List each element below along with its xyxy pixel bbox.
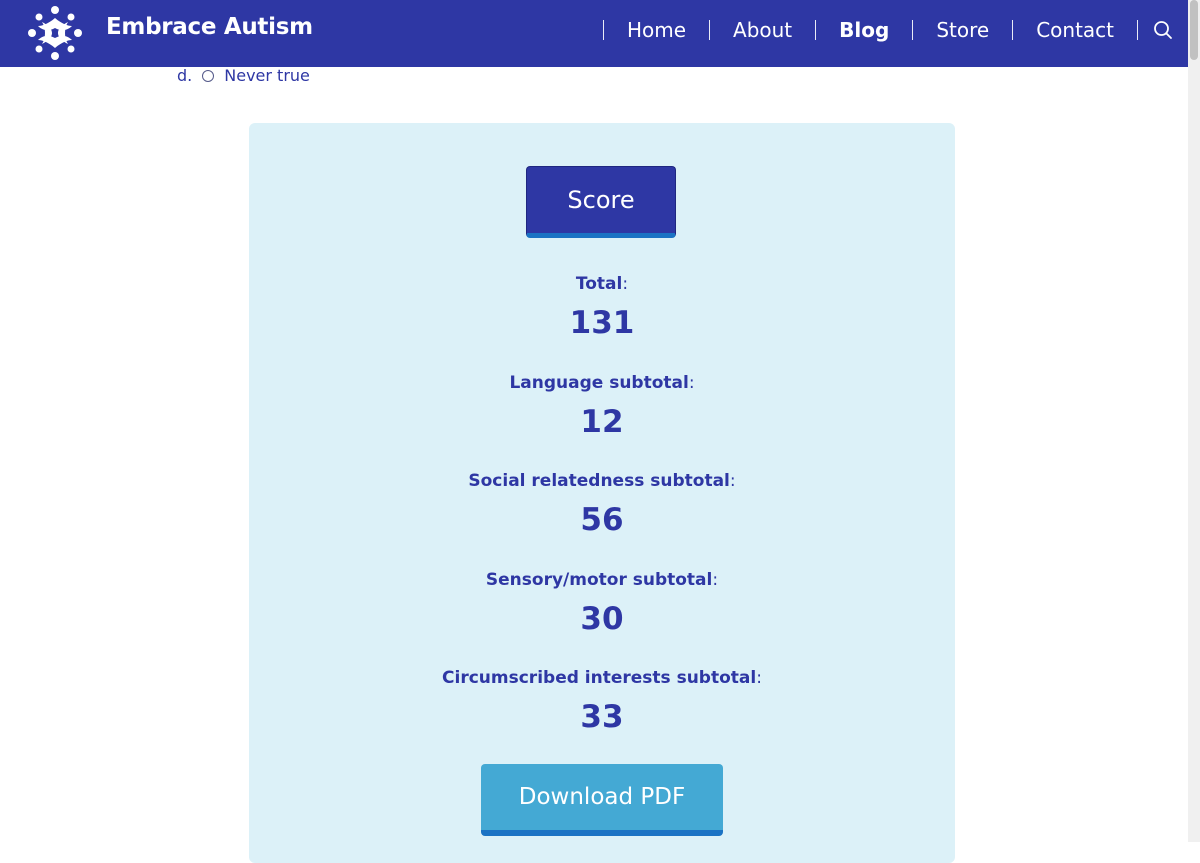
site-header: Embrace Autism Home About Blog Store Con… bbox=[0, 0, 1188, 67]
nav-store[interactable]: Store bbox=[913, 18, 1012, 42]
nav-contact[interactable]: Contact bbox=[1013, 18, 1137, 42]
nav-blog[interactable]: Blog bbox=[816, 18, 912, 42]
nav-separator bbox=[815, 20, 817, 40]
result-label-text: Sensory/motor subtotal bbox=[485, 569, 713, 590]
result-value-total: 131 bbox=[569, 305, 635, 341]
radio-button[interactable] bbox=[202, 69, 215, 82]
results-list: Total: 131 Language subtotal: 12 Social … bbox=[249, 271, 955, 764]
result-label-text: Total bbox=[575, 274, 623, 294]
colon: : bbox=[688, 372, 695, 393]
scrollbar-thumb[interactable] bbox=[1190, 0, 1198, 60]
nav-separator bbox=[709, 20, 711, 40]
nav-separator bbox=[912, 20, 914, 40]
result-label-social: Social relatedness subtotal: bbox=[249, 468, 955, 494]
result-label-total: Total: bbox=[249, 271, 955, 297]
download-pdf-button[interactable]: Download PDF bbox=[481, 764, 723, 836]
result-value-interests: 33 bbox=[580, 699, 624, 735]
colon: : bbox=[756, 668, 762, 688]
search-button[interactable] bbox=[1138, 10, 1188, 50]
result-label-sensory: Sensory/motor subtotal: bbox=[249, 567, 955, 593]
option-label: Never true bbox=[224, 66, 310, 85]
colon: : bbox=[712, 569, 719, 590]
nav-home[interactable]: Home bbox=[604, 18, 709, 42]
main-nav: Home About Blog Store Contact bbox=[602, 0, 1188, 60]
search-icon bbox=[1154, 21, 1172, 39]
result-label-language: Language subtotal: bbox=[249, 370, 955, 396]
option-letter: d. bbox=[177, 66, 193, 85]
nav-separator bbox=[1137, 20, 1138, 40]
colon: : bbox=[729, 471, 736, 491]
result-label-interests: Circumscribed interests subtotal: bbox=[249, 665, 955, 691]
result-value-social: 56 bbox=[580, 502, 624, 538]
nav-about[interactable]: About bbox=[710, 18, 815, 42]
result-value-sensory: 30 bbox=[580, 600, 624, 637]
colon: : bbox=[622, 274, 629, 294]
results-panel: Score Total: 131 Language subtotal: 12 S… bbox=[249, 123, 955, 863]
nav-separator bbox=[602, 20, 604, 40]
nav-separator bbox=[1012, 20, 1014, 40]
page-scrollbar[interactable] bbox=[1188, 0, 1200, 842]
embrace-autism-logo-icon[interactable] bbox=[26, 4, 84, 62]
score-button[interactable]: Score bbox=[526, 166, 676, 238]
result-label-text: Language subtotal bbox=[509, 372, 689, 393]
answer-option[interactable]: d. Never true bbox=[177, 66, 310, 85]
result-label-text: Circumscribed interests subtotal bbox=[442, 668, 757, 688]
site-brand[interactable]: Embrace Autism bbox=[106, 14, 313, 40]
result-value-language: 12 bbox=[580, 403, 624, 440]
result-label-text: Social relatedness subtotal bbox=[468, 471, 730, 491]
